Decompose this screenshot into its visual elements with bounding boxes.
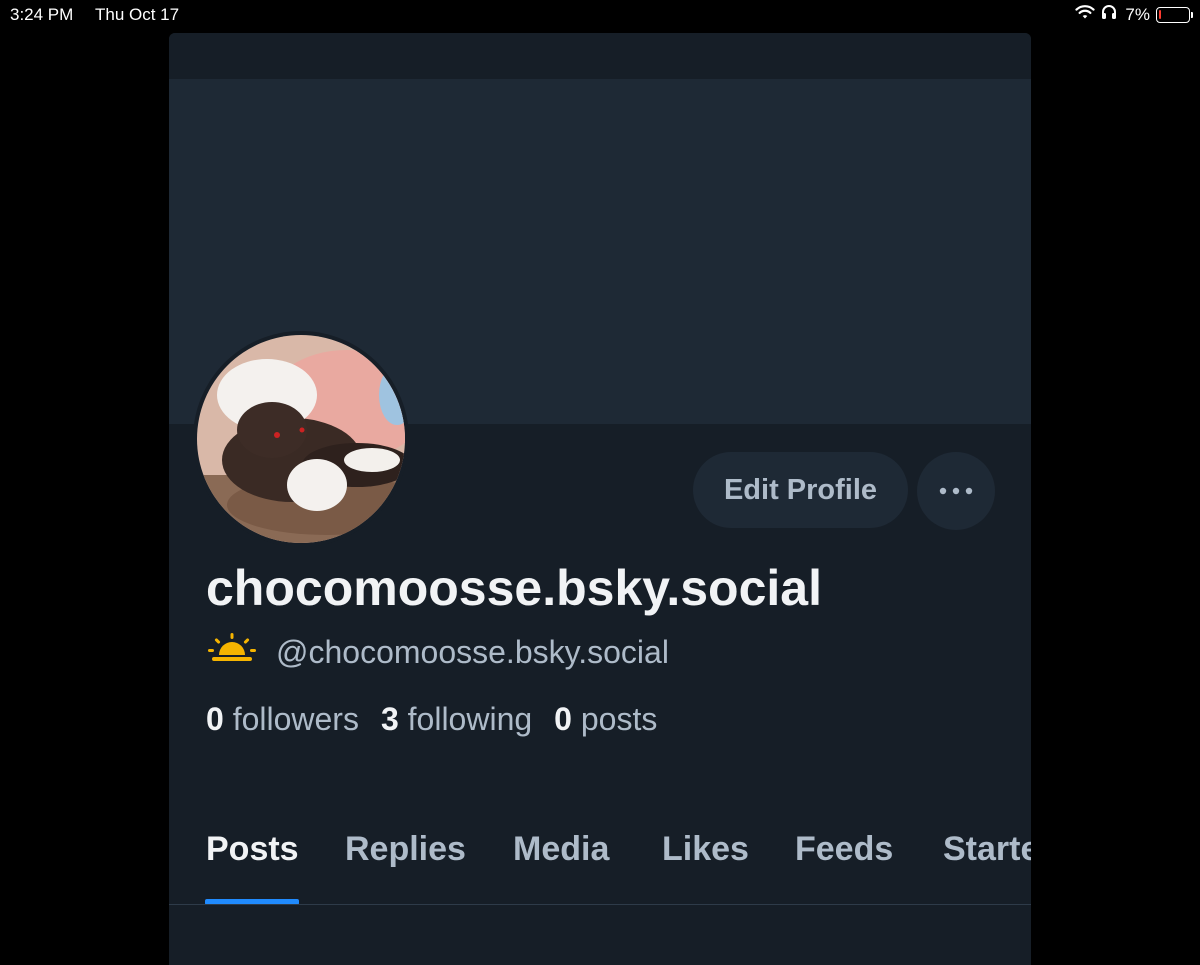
following-count: 3 bbox=[380, 701, 399, 737]
followers-label: followers bbox=[232, 701, 359, 737]
profile-panel: Edit Profile chocomoosse.bsky.social @ch… bbox=[169, 33, 1031, 965]
top-bar bbox=[169, 33, 1031, 79]
tabs-divider bbox=[169, 904, 1031, 905]
following-link[interactable]: 3 following bbox=[381, 701, 532, 737]
tab-posts[interactable]: Posts bbox=[206, 830, 299, 869]
battery-level bbox=[1159, 9, 1161, 19]
tab-replies[interactable]: Replies bbox=[345, 830, 466, 869]
battery-icon bbox=[1156, 6, 1193, 23]
followers-count: 0 bbox=[206, 701, 224, 737]
following-label: following bbox=[407, 701, 533, 737]
more-options-button[interactable] bbox=[917, 452, 995, 530]
handle: @chocomoosse.bsky.social bbox=[276, 633, 669, 670]
tab-starter-packs[interactable]: Starte bbox=[943, 830, 1031, 869]
battery-percent: 7% bbox=[1125, 4, 1150, 24]
tab-media[interactable]: Media bbox=[513, 830, 609, 869]
edit-profile-button[interactable]: Edit Profile bbox=[693, 452, 908, 528]
tab-feeds[interactable]: Feeds bbox=[795, 830, 893, 869]
sunrise-emoji bbox=[208, 633, 256, 671]
status-date: Thu Oct 17 bbox=[95, 5, 180, 24]
avatar-image bbox=[197, 335, 405, 543]
tab-likes[interactable]: Likes bbox=[662, 830, 749, 869]
handle-row: @chocomoosse.bsky.social bbox=[208, 633, 669, 671]
display-name: chocomoosse.bsky.social bbox=[206, 560, 822, 616]
posts-label: posts bbox=[580, 701, 658, 737]
ellipsis-icon bbox=[939, 487, 973, 495]
followers-link[interactable]: 0 followers bbox=[206, 701, 359, 737]
status-indicators: 7% bbox=[1075, 4, 1193, 25]
posts-stat: 0 posts bbox=[554, 701, 657, 737]
posts-count: 0 bbox=[554, 701, 572, 737]
wifi-icon bbox=[1075, 4, 1096, 25]
status-time: 3:24 PM bbox=[10, 5, 74, 24]
status-bar: 3:24 PM Thu Oct 17 7% bbox=[0, 0, 1200, 30]
profile-stats: 0 followers 3 following 0 posts bbox=[206, 701, 657, 738]
avatar[interactable] bbox=[193, 331, 409, 547]
headphones-icon bbox=[1101, 4, 1117, 25]
